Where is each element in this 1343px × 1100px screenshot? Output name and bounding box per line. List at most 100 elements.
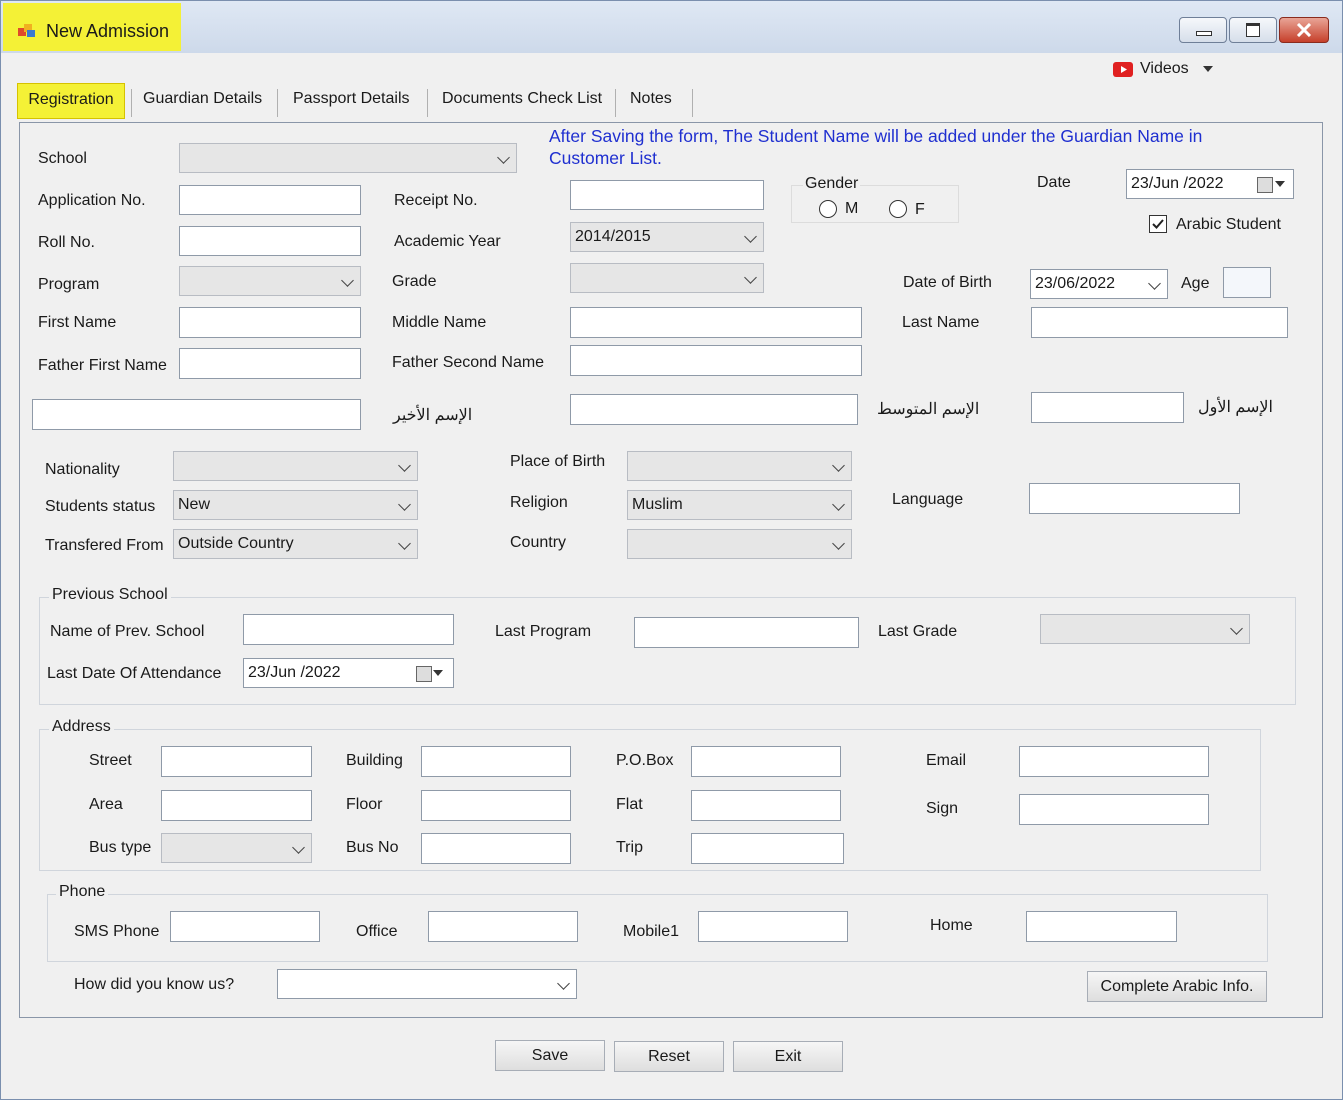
bus-no-input[interactable] bbox=[421, 833, 571, 864]
tab-passport-details[interactable]: Passport Details bbox=[293, 83, 410, 119]
building-input[interactable] bbox=[421, 746, 571, 777]
dob-picker[interactable]: 23/06/2022 bbox=[1030, 269, 1168, 299]
app-icon bbox=[18, 24, 35, 37]
bus-type-select[interactable] bbox=[161, 833, 312, 863]
office-label: Office bbox=[356, 923, 398, 940]
tab-passport-label: Passport Details bbox=[293, 90, 410, 107]
program-select[interactable] bbox=[179, 266, 361, 296]
dob-value: 23/06/2022 bbox=[1035, 275, 1116, 292]
date-picker[interactable]: 23/Jun /2022 bbox=[1126, 169, 1294, 199]
calendar-icon[interactable] bbox=[416, 666, 432, 682]
prev-school-name-input[interactable] bbox=[243, 614, 454, 645]
first-name-label: First Name bbox=[38, 314, 117, 331]
tab-separator bbox=[427, 89, 428, 117]
address-label: Address bbox=[49, 718, 114, 736]
tab-notes[interactable]: Notes bbox=[630, 83, 672, 119]
arabic-first-name-input[interactable] bbox=[1031, 392, 1184, 423]
religion-select[interactable]: Muslim bbox=[627, 490, 852, 520]
last-grade-label: Last Grade bbox=[878, 623, 958, 640]
mobile1-input[interactable] bbox=[698, 911, 848, 942]
father-second-name-input[interactable] bbox=[570, 345, 862, 376]
office-input[interactable] bbox=[428, 911, 578, 942]
arabic-student-checkbox[interactable] bbox=[1149, 215, 1167, 233]
place-of-birth-select[interactable] bbox=[627, 451, 852, 481]
mobile1-label: Mobile1 bbox=[623, 923, 680, 940]
last-grade-select[interactable] bbox=[1040, 614, 1250, 644]
sign-input[interactable] bbox=[1019, 794, 1209, 825]
trip-input[interactable] bbox=[691, 833, 844, 864]
flat-label: Flat bbox=[616, 796, 643, 813]
chevron-down-icon bbox=[398, 459, 411, 472]
street-input[interactable] bbox=[161, 746, 312, 777]
how-know-select[interactable] bbox=[277, 969, 577, 999]
dob-label: Date of Birth bbox=[903, 274, 992, 291]
age-input[interactable] bbox=[1223, 267, 1271, 298]
gender-f-radio[interactable] bbox=[889, 200, 907, 218]
minimize-button[interactable] bbox=[1179, 17, 1227, 43]
students-status-label: Students status bbox=[45, 498, 156, 515]
school-label: School bbox=[38, 150, 87, 167]
email-label: Email bbox=[926, 752, 967, 769]
tab-guardian-details[interactable]: Guardian Details bbox=[143, 83, 262, 119]
chevron-down-icon bbox=[1203, 66, 1213, 72]
academic-year-select[interactable]: 2014/2015 bbox=[570, 222, 764, 252]
reset-button[interactable]: Reset bbox=[614, 1041, 724, 1072]
save-button[interactable]: Save bbox=[495, 1040, 605, 1071]
grade-select[interactable] bbox=[570, 263, 764, 293]
email-input[interactable] bbox=[1019, 746, 1209, 777]
students-status-select[interactable]: New bbox=[173, 490, 418, 520]
arabic-middle-name-input[interactable] bbox=[570, 394, 858, 425]
videos-menu[interactable]: Videos bbox=[1111, 59, 1221, 81]
tab-notes-label: Notes bbox=[630, 90, 672, 107]
arabic-first-name-label: الإسم الأول bbox=[1198, 399, 1273, 416]
trip-label: Trip bbox=[616, 839, 643, 856]
area-input[interactable] bbox=[161, 790, 312, 821]
gender-f-label: F bbox=[915, 201, 925, 218]
maximize-icon bbox=[1246, 23, 1260, 37]
religion-value: Muslim bbox=[632, 496, 683, 513]
chevron-down-icon bbox=[341, 274, 354, 287]
tab-registration[interactable]: Registration bbox=[17, 83, 125, 119]
title-bar: New Admission bbox=[1, 1, 1342, 53]
close-button[interactable] bbox=[1279, 17, 1329, 43]
home-input[interactable] bbox=[1026, 911, 1177, 942]
nationality-label: Nationality bbox=[45, 461, 120, 478]
middle-name-input[interactable] bbox=[570, 307, 862, 338]
window-title: New Admission bbox=[46, 21, 170, 41]
pobox-label: P.O.Box bbox=[616, 752, 674, 769]
tab-separator bbox=[692, 89, 693, 117]
transferred-from-value: Outside Country bbox=[178, 535, 294, 552]
pobox-input[interactable] bbox=[691, 746, 841, 777]
complete-arabic-info-button[interactable]: Complete Arabic Info. bbox=[1087, 971, 1267, 1002]
floor-input[interactable] bbox=[421, 790, 571, 821]
calendar-icon[interactable] bbox=[1257, 177, 1273, 193]
tab-documents-check-list[interactable]: Documents Check List bbox=[442, 83, 602, 119]
school-select[interactable] bbox=[179, 143, 517, 173]
last-name-input[interactable] bbox=[1031, 307, 1288, 338]
flat-input[interactable] bbox=[691, 790, 841, 821]
receipt-no-input[interactable] bbox=[570, 180, 764, 210]
date-label: Date bbox=[1037, 174, 1071, 191]
area-label: Area bbox=[89, 796, 123, 813]
tab-separator bbox=[277, 89, 278, 117]
date-value: 23/Jun /2022 bbox=[1131, 175, 1224, 192]
gender-m-radio[interactable] bbox=[819, 200, 837, 218]
father-first-name-input[interactable] bbox=[179, 348, 361, 379]
exit-button[interactable]: Exit bbox=[733, 1041, 843, 1072]
last-program-input[interactable] bbox=[634, 617, 859, 648]
roll-no-input[interactable] bbox=[179, 226, 361, 256]
nationality-select[interactable] bbox=[173, 451, 418, 481]
sms-phone-input[interactable] bbox=[170, 911, 320, 942]
arabic-last-name-input[interactable] bbox=[32, 399, 361, 430]
grade-label: Grade bbox=[392, 273, 437, 290]
chevron-down-icon bbox=[744, 230, 757, 243]
language-input[interactable] bbox=[1029, 483, 1240, 514]
transferred-from-select[interactable]: Outside Country bbox=[173, 529, 418, 559]
last-date-attendance-picker[interactable]: 23/Jun /2022 bbox=[243, 658, 454, 688]
how-know-label: How did you know us? bbox=[74, 976, 235, 993]
first-name-input[interactable] bbox=[179, 307, 361, 338]
maximize-button[interactable] bbox=[1229, 17, 1277, 43]
country-select[interactable] bbox=[627, 529, 852, 559]
application-no-input[interactable] bbox=[179, 185, 361, 215]
gender-m-label: M bbox=[845, 200, 859, 217]
